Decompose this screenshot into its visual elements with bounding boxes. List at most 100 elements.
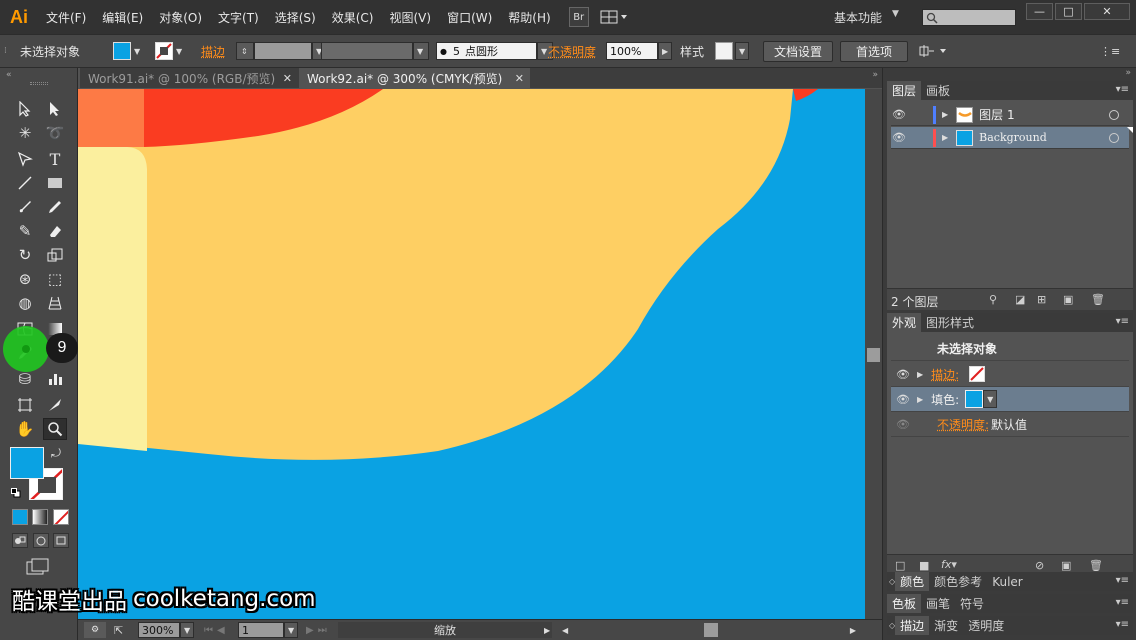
stroke-color-dropdown[interactable]: ▼ <box>155 35 182 67</box>
add-fill-icon[interactable]: ■ <box>919 559 929 572</box>
expand-triangle-icon[interactable]: ▶ <box>917 370 923 379</box>
menu-file[interactable]: 文件(F) <box>38 9 94 26</box>
menu-object[interactable]: 对象(O) <box>151 9 210 26</box>
eye-icon[interactable]: 👁 <box>895 368 911 381</box>
tab-color-guide[interactable]: 颜色参考 <box>929 572 987 591</box>
expand-triangle-icon[interactable]: ▶ <box>917 395 923 404</box>
fill-swatch-appearance[interactable] <box>965 390 984 408</box>
artboard-nav-prev-icons[interactable]: ⏮◀ <box>204 622 229 638</box>
appearance-stroke-row[interactable]: 👁 ▶ 描边: <box>891 362 1129 387</box>
panel-menu-icon[interactable]: ▾≡ <box>1116 84 1129 95</box>
maximize-button[interactable]: □ <box>1055 3 1082 20</box>
shape-builder-tool[interactable]: ◍ <box>13 292 37 314</box>
scale-tool[interactable] <box>43 244 67 266</box>
document-setup-button[interactable]: 文档设置 <box>763 40 833 62</box>
gradient-mode-button[interactable] <box>32 509 48 525</box>
panel-menu-icon[interactable]: ▾≡ <box>1116 575 1129 586</box>
add-stroke-icon[interactable]: □ <box>895 559 905 572</box>
bridge-button[interactable]: Br <box>568 7 589 27</box>
default-colors-icon[interactable] <box>11 487 21 498</box>
brush-field[interactable]: ● 5 点圆形 <box>436 42 537 60</box>
share-icon[interactable]: ⇱ <box>114 622 123 638</box>
locate-object-icon[interactable]: ⚲ <box>989 293 997 306</box>
pencil-tool[interactable] <box>43 196 67 218</box>
zoom-input[interactable]: 300% <box>138 622 180 638</box>
tab-appearance[interactable]: 外观 <box>887 313 922 332</box>
stroke-label[interactable]: 描边 <box>201 35 225 67</box>
stroke-weight-input[interactable] <box>254 42 312 60</box>
menu-help[interactable]: 帮助(H) <box>500 9 558 26</box>
collapse-icon[interactable]: « <box>6 70 12 80</box>
clear-appearance-icon[interactable]: ⊘ <box>1035 559 1044 572</box>
clipping-mask-icon[interactable]: ◪ <box>1015 293 1025 306</box>
control-bar-menu-icon[interactable]: ⋮≡ <box>1100 35 1120 67</box>
none-mode-button[interactable] <box>53 509 69 525</box>
type-tool[interactable]: T <box>43 148 67 170</box>
swap-fill-stroke-icon[interactable]: ⤾ <box>51 446 61 461</box>
tab-stroke[interactable]: 描边 <box>895 616 930 635</box>
menu-window[interactable]: 窗口(W) <box>439 9 500 26</box>
brush-definition[interactable]: ● 5 点圆形 ▼ <box>436 35 553 67</box>
opacity-label[interactable]: 不透明度: <box>937 416 989 433</box>
eye-icon[interactable]: 👁 <box>895 393 911 406</box>
stroke-weight-field[interactable]: ⇕ ▼ <box>236 35 328 67</box>
eye-icon[interactable]: 👁 <box>891 108 907 121</box>
chevron-down-icon[interactable]: ▼ <box>983 390 998 408</box>
hand-tool[interactable]: ✋ <box>13 418 37 440</box>
workspace-switcher[interactable]: 基本功能 <box>834 9 882 26</box>
pen-tool[interactable] <box>13 148 37 170</box>
scrollbar-thumb[interactable] <box>704 623 718 637</box>
close-icon[interactable]: ✕ <box>283 72 292 85</box>
new-layer-icon[interactable]: ▣ <box>1063 293 1073 306</box>
artboard-tool[interactable] <box>13 394 37 416</box>
color-mode-button[interactable] <box>12 509 28 525</box>
trash-icon[interactable]: 🗑 <box>1091 293 1105 306</box>
close-icon[interactable]: ✕ <box>515 72 524 85</box>
appearance-fill-row[interactable]: 👁 ▶ 填色: ▼ <box>891 387 1129 412</box>
chevron-down-icon[interactable]: ▼ <box>180 622 194 638</box>
target-circle-icon[interactable] <box>1109 109 1119 120</box>
blob-brush-tool[interactable]: ✎ <box>13 220 37 242</box>
stepper-icon[interactable]: ⇕ <box>236 42 254 60</box>
opacity-input[interactable]: 100% <box>606 42 658 60</box>
tab-layers[interactable]: 图层 <box>887 81 922 100</box>
menu-select[interactable]: 选择(S) <box>267 9 324 26</box>
magic-wand-tool[interactable]: ✳ <box>13 122 37 144</box>
collapse-dock-icon[interactable]: » <box>1125 68 1131 78</box>
eraser-tool[interactable] <box>43 220 67 242</box>
panel-menu-icon[interactable]: ▾≡ <box>1116 316 1129 327</box>
tab-graphic-styles[interactable]: 图形样式 <box>921 313 979 332</box>
zoom-level-field[interactable]: 300% ▼ <box>138 622 194 638</box>
direct-selection-tool[interactable] <box>43 98 67 120</box>
artboard-number-input[interactable]: 1 <box>238 622 284 638</box>
graphic-style-dropdown[interactable]: ▼ <box>715 35 749 67</box>
fx-icon[interactable]: fx▾ <box>941 558 957 571</box>
slice-tool[interactable] <box>43 394 67 416</box>
draw-behind-button[interactable] <box>33 533 49 548</box>
scrollbar-thumb[interactable] <box>867 348 880 362</box>
zoom-tool[interactable] <box>43 418 67 440</box>
close-button[interactable]: ✕ <box>1084 3 1130 20</box>
eye-icon[interactable]: 👁 <box>891 131 907 144</box>
tab-artboards[interactable]: 画板 <box>921 81 955 100</box>
free-transform-tool[interactable]: ⬚ <box>43 268 67 290</box>
lasso-tool[interactable]: ➰ <box>43 122 67 144</box>
artboard-canvas[interactable] <box>78 89 865 619</box>
grip-icon[interactable] <box>30 82 48 85</box>
draw-inside-button[interactable] <box>53 533 69 548</box>
target-circle-icon[interactable] <box>1109 132 1119 143</box>
menu-edit[interactable]: 编辑(E) <box>94 9 151 26</box>
trash-icon[interactable]: 🗑 <box>1089 559 1103 572</box>
stroke-label[interactable]: 描边: <box>931 366 959 383</box>
horizontal-scrollbar[interactable]: ◀ ▶ <box>562 622 862 638</box>
menu-type[interactable]: 文字(T) <box>210 9 267 26</box>
tab-gradient[interactable]: 渐变 <box>929 616 963 635</box>
screen-mode-button[interactable] <box>26 558 50 579</box>
menu-view[interactable]: 视图(V) <box>381 9 439 26</box>
layer-row-background[interactable]: 👁 ▶ Background <box>891 127 1133 149</box>
chevron-down-icon[interactable]: ▼ <box>284 622 298 638</box>
preferences-button[interactable]: 首选项 <box>840 40 908 62</box>
new-sublayer-icon[interactable]: ⊞ <box>1037 293 1046 306</box>
panel-menu-icon[interactable]: ▾≡ <box>1116 619 1129 630</box>
paintbrush-tool[interactable] <box>13 196 37 218</box>
